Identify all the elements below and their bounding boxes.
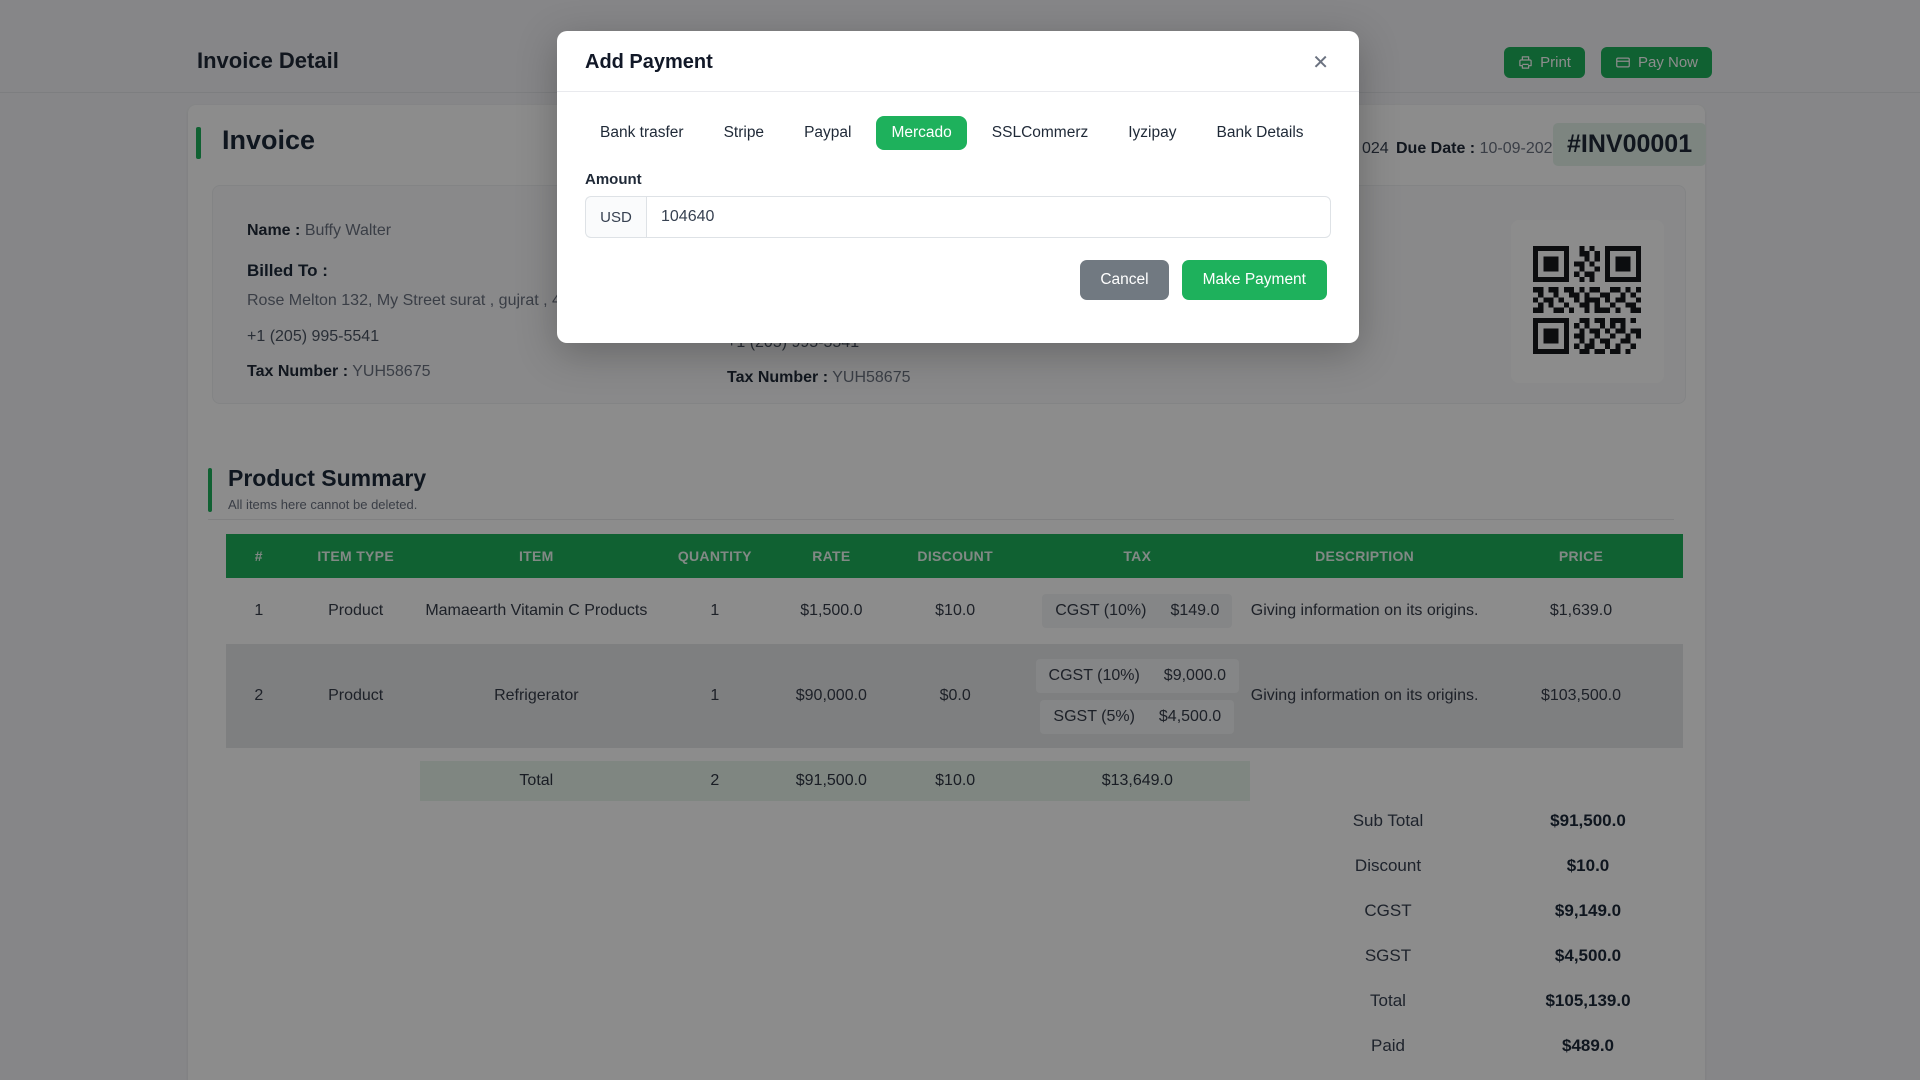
tab-sslcommerz[interactable]: SSLCommerz xyxy=(977,116,1103,150)
modal-title: Add Payment xyxy=(585,51,713,73)
tab-bank-details[interactable]: Bank Details xyxy=(1202,116,1319,150)
tab-bank-transfer[interactable]: Bank trasfer xyxy=(585,116,699,150)
payment-method-tabs: Bank trasfer Stripe Paypal Mercado SSLCo… xyxy=(585,116,1331,150)
cancel-button[interactable]: Cancel xyxy=(1080,260,1169,300)
amount-input[interactable] xyxy=(646,196,1331,238)
tab-iyzipay[interactable]: Iyzipay xyxy=(1113,116,1191,150)
modal-footer: Cancel Make Payment xyxy=(557,238,1359,300)
modal-header: Add Payment ✕ xyxy=(557,31,1359,92)
close-icon[interactable]: ✕ xyxy=(1306,47,1335,79)
modal-body: Bank trasfer Stripe Paypal Mercado SSLCo… xyxy=(557,92,1359,238)
currency-prefix: USD xyxy=(585,196,646,238)
amount-input-group: USD xyxy=(585,196,1331,238)
tab-paypal[interactable]: Paypal xyxy=(789,116,866,150)
amount-label: Amount xyxy=(585,171,642,188)
tab-stripe[interactable]: Stripe xyxy=(709,116,780,150)
make-payment-button[interactable]: Make Payment xyxy=(1181,260,1327,300)
tab-mercado[interactable]: Mercado xyxy=(876,116,967,150)
add-payment-modal: Add Payment ✕ Bank trasfer Stripe Paypal… xyxy=(557,31,1359,343)
